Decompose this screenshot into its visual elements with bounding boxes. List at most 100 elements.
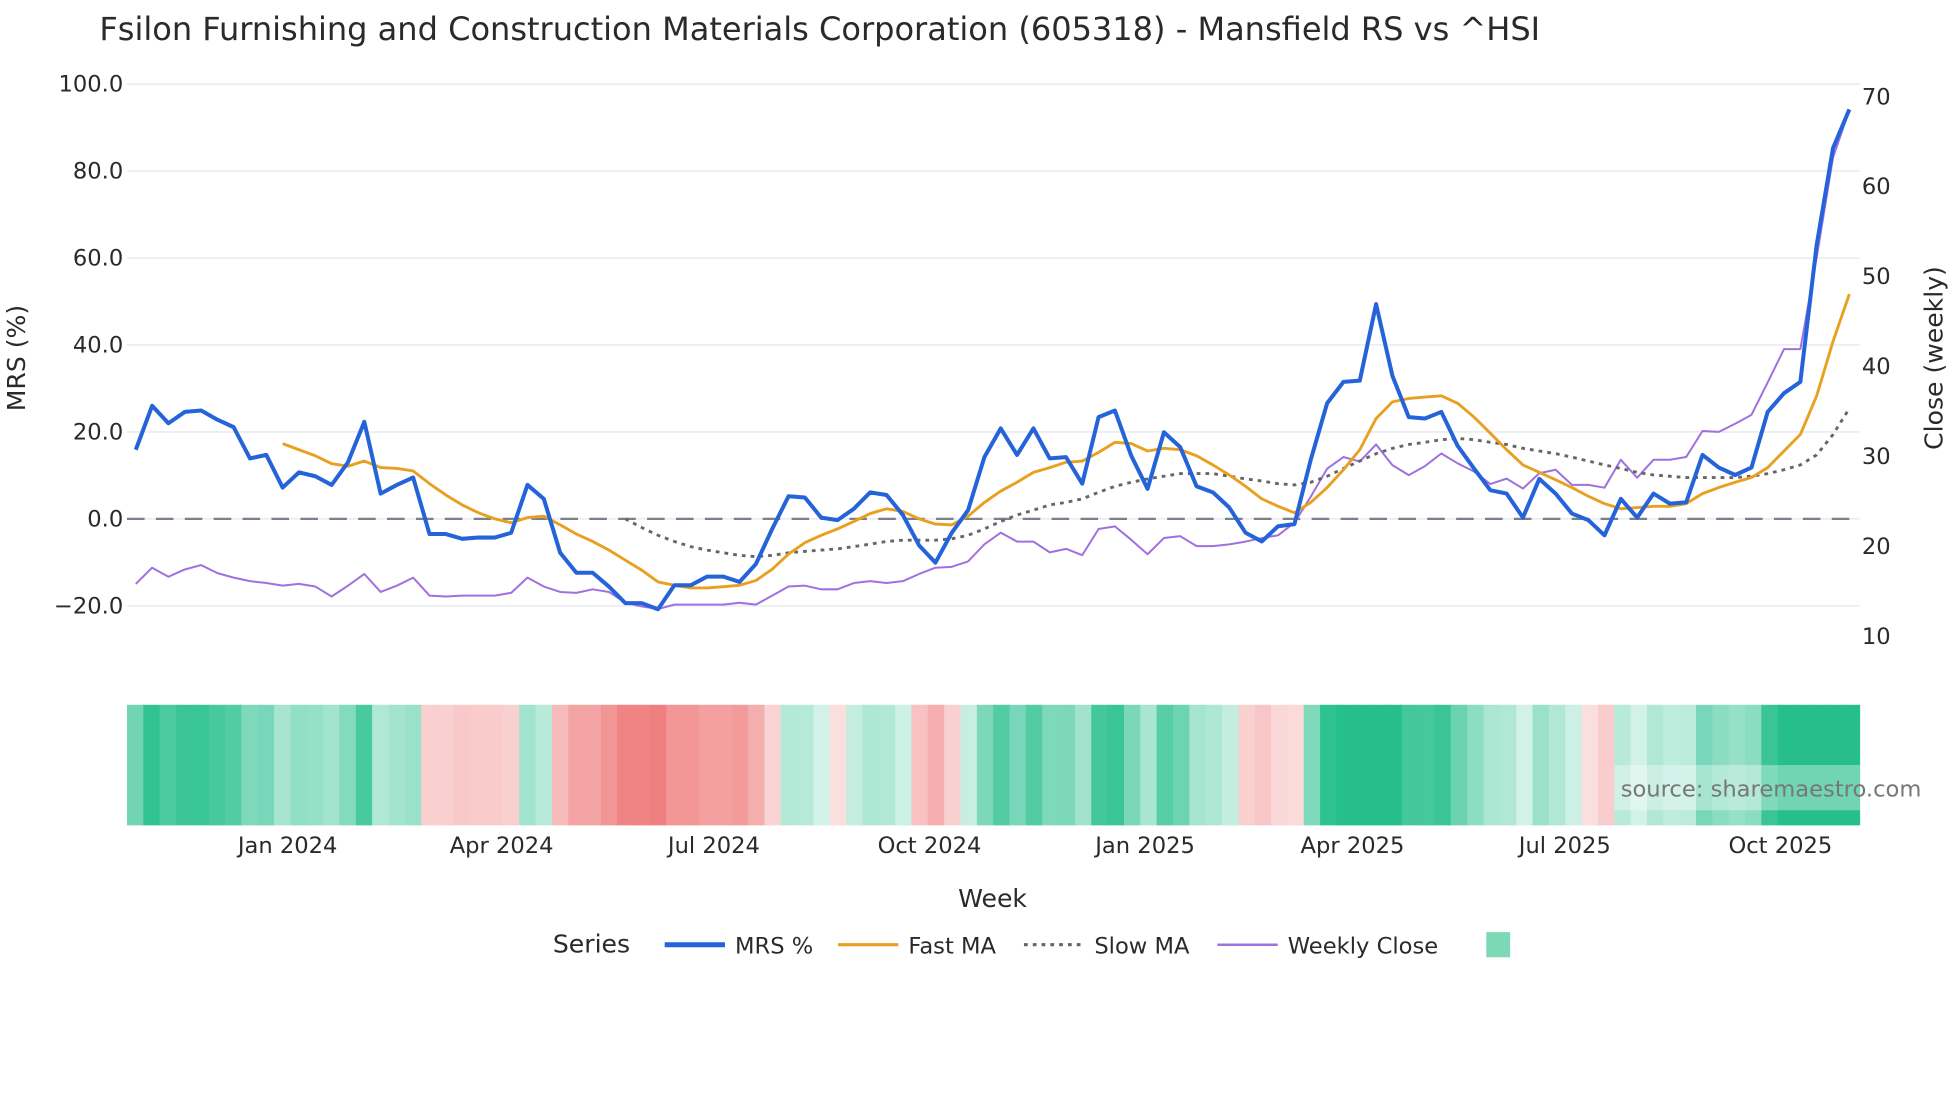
heatmap-cell bbox=[486, 704, 504, 826]
right-tick-label: 60 bbox=[1862, 174, 1891, 200]
legend-swatch-heatmap[interactable] bbox=[1486, 932, 1511, 958]
heatmap-cell bbox=[404, 704, 422, 826]
heatmap-cell bbox=[306, 704, 324, 826]
left-tick-label: 20.0 bbox=[73, 419, 123, 445]
heatmap-cell bbox=[846, 704, 864, 826]
heatmap-cell bbox=[666, 704, 684, 826]
legend-label-weekly-close: Weekly Close bbox=[1288, 934, 1438, 960]
x-tick-label: Apr 2024 bbox=[450, 833, 554, 859]
x-tick-label: Apr 2025 bbox=[1301, 833, 1405, 859]
heatmap-cell bbox=[1172, 704, 1191, 826]
heatmap-cell bbox=[748, 704, 766, 826]
right-tick-label: 20 bbox=[1862, 534, 1891, 560]
heatmap-cell bbox=[895, 704, 913, 826]
legend-item-slow-ma[interactable]: Slow MA bbox=[1023, 934, 1190, 960]
right-tick-label: 10 bbox=[1862, 624, 1891, 650]
heatmap-cell bbox=[1434, 704, 1452, 826]
heatmap-cell bbox=[1107, 704, 1125, 826]
left-tick-label: 80.0 bbox=[73, 159, 123, 185]
heatmap-cell bbox=[1042, 704, 1060, 826]
legend-item-mrs[interactable]: MRS % bbox=[664, 934, 814, 960]
heatmap-cell bbox=[797, 704, 815, 826]
heatmap-cell bbox=[878, 704, 896, 826]
heatmap-cell bbox=[1025, 704, 1043, 826]
heatmap-cell bbox=[519, 704, 537, 826]
legend-item-weekly-close[interactable]: Weekly Close bbox=[1217, 934, 1438, 960]
heatmap-cell bbox=[1303, 704, 1321, 826]
legend-item-fast-ma[interactable]: Fast MA bbox=[838, 934, 997, 960]
heatmap-cell bbox=[649, 704, 668, 826]
heatmap-cell bbox=[339, 704, 357, 826]
heatmap-cell bbox=[1516, 704, 1534, 826]
mrs-heatmap-strip bbox=[126, 704, 1861, 826]
heatmap-cell bbox=[355, 704, 373, 826]
heatmap-cell bbox=[780, 704, 798, 826]
heatmap-cell bbox=[470, 704, 488, 826]
heatmap-cell bbox=[1320, 704, 1338, 826]
left-tick-label: 100.0 bbox=[58, 72, 123, 98]
legend: Series MRS % Fast MA Slow MA Weekly Clos… bbox=[553, 929, 1511, 960]
left-tick-label: −20.0 bbox=[54, 593, 123, 619]
heatmap-cell bbox=[1369, 704, 1387, 826]
legend-label-slow-ma: Slow MA bbox=[1094, 934, 1190, 960]
heatmap-cell bbox=[502, 704, 520, 826]
heatmap-cell bbox=[1532, 704, 1550, 826]
series-line-slow-ma bbox=[624, 407, 1851, 559]
heatmap-cell bbox=[927, 704, 945, 826]
heatmap-cell bbox=[1565, 704, 1583, 826]
right-axis-title: Close (weekly) bbox=[1919, 266, 1948, 450]
heatmap-cell bbox=[257, 704, 275, 826]
heatmap-cell bbox=[1548, 704, 1566, 826]
heatmap-cell bbox=[731, 704, 749, 826]
heatmap-cell bbox=[208, 704, 226, 826]
heatmap-cell bbox=[1156, 704, 1174, 826]
mrs-chart: Fsilon Furnishing and Construction Mater… bbox=[2, 10, 1948, 960]
x-tick-label: Jan 2025 bbox=[1093, 833, 1195, 859]
heatmap-cell bbox=[1401, 704, 1419, 826]
heatmap-cell bbox=[241, 704, 259, 826]
series-line-fast-ma bbox=[282, 293, 1851, 590]
heatmap-cell bbox=[453, 704, 471, 826]
x-axis-ticks: Jan 2024 Apr 2024 Jul 2024 Oct 2024 Jan 2025… bbox=[236, 833, 1832, 859]
heatmap-cell bbox=[535, 704, 553, 826]
heatmap-cell bbox=[290, 704, 308, 826]
heatmap-cell bbox=[274, 704, 292, 826]
heatmap-cell bbox=[1009, 704, 1027, 826]
heatmap-cell bbox=[1205, 704, 1223, 826]
heatmap-cell bbox=[1483, 704, 1501, 826]
x-tick-label: Oct 2024 bbox=[878, 833, 982, 859]
heatmap-cell bbox=[1499, 704, 1517, 826]
heatmap-cell bbox=[225, 704, 243, 826]
heatmap-cell bbox=[1418, 704, 1436, 826]
heatmap-cell bbox=[1287, 704, 1305, 826]
x-tick-label: Jan 2024 bbox=[236, 833, 338, 859]
source-watermark: source: sharemaestro.com bbox=[1621, 776, 1922, 802]
heatmap-cell bbox=[1450, 704, 1468, 826]
heatmap-cell bbox=[388, 704, 406, 826]
left-tick-label: 0.0 bbox=[87, 506, 123, 532]
legend-label-fast-ma: Fast MA bbox=[908, 934, 996, 960]
left-tick-label: 40.0 bbox=[73, 333, 123, 359]
heatmap-cell bbox=[764, 704, 782, 826]
heatmap-cell bbox=[176, 704, 194, 826]
heatmap-cell bbox=[1254, 704, 1272, 826]
heatmap-cell bbox=[159, 704, 177, 826]
heatmap-cell bbox=[126, 704, 145, 826]
heatmap-cell bbox=[682, 704, 700, 826]
heatmap-cell bbox=[192, 704, 210, 826]
right-tick-label: 70 bbox=[1862, 84, 1891, 110]
heatmap-cell bbox=[143, 704, 161, 826]
heatmap-cell bbox=[715, 704, 733, 826]
heatmap-cell bbox=[421, 704, 439, 826]
x-tick-label: Jul 2025 bbox=[1517, 833, 1611, 859]
x-tick-label: Jul 2024 bbox=[666, 833, 760, 859]
heatmap-cell bbox=[1074, 704, 1093, 826]
heatmap-cell bbox=[1597, 704, 1615, 826]
series-line-mrs bbox=[133, 108, 1852, 612]
x-tick-label: Oct 2025 bbox=[1728, 833, 1832, 859]
right-tick-label: 50 bbox=[1862, 264, 1891, 290]
x-axis-title: Week bbox=[958, 884, 1027, 913]
heatmap-cell bbox=[1352, 704, 1370, 826]
heatmap-cell bbox=[584, 704, 602, 826]
heatmap-cell bbox=[617, 704, 635, 826]
